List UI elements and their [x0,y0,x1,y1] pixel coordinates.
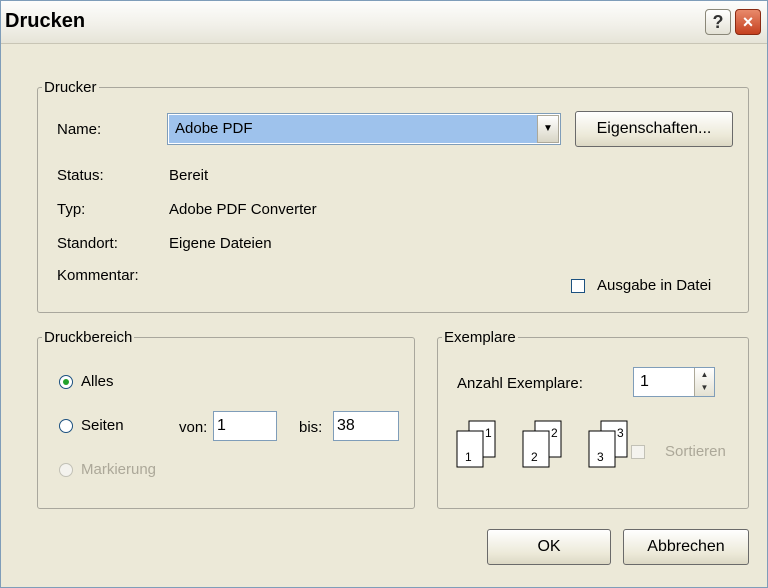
title-bar[interactable]: Drucken ? × [1,1,767,44]
dialog-title: Drucken [5,10,86,32]
copies-count-label: Anzahl Exemplare: [457,375,583,392]
type-value: Adobe PDF Converter [169,201,317,218]
radio-pages-label[interactable]: Seiten [81,417,124,434]
collate-page-number: 2 [551,426,558,440]
properties-button[interactable]: Eigenschaften... [575,111,733,147]
to-page-input[interactable]: 38 [333,411,399,441]
collate-page-number: 3 [597,450,604,464]
print-dialog: Drucken ? × Drucker Name: Adobe PDF ▼ Ei… [0,0,768,588]
from-page-input[interactable]: 1 [213,411,277,441]
collate-pages-icon: 1 1 2 2 3 3 [455,417,645,479]
close-button[interactable]: × [735,9,761,35]
copies-spinner[interactable]: ▲ ▼ [694,368,714,396]
print-to-file-checkbox[interactable] [571,279,585,293]
radio-selection[interactable] [59,463,73,477]
status-label: Status: [57,167,104,184]
collate-page-number: 3 [617,426,624,440]
collate-label[interactable]: Sortieren [665,443,726,460]
print-range-legend: Druckbereich [44,329,133,346]
from-label: von: [179,419,208,436]
printer-name-label: Name: [57,121,102,138]
collate-page-number: 2 [531,450,538,464]
radio-all[interactable] [59,375,73,389]
chevron-down-icon[interactable]: ▼ [537,115,559,143]
collate-page-number: 1 [465,450,472,464]
type-label: Typ: [57,201,86,218]
copies-legend: Exemplare [444,329,516,346]
radio-pages[interactable] [59,419,73,433]
print-to-file-label[interactable]: Ausgabe in Datei [597,277,711,294]
location-value: Eigene Dateien [169,235,272,252]
printer-name-select[interactable]: Adobe PDF ▼ [167,113,561,145]
ok-button[interactable]: OK [487,529,611,565]
collate-checkbox[interactable] [631,445,645,459]
help-button[interactable]: ? [705,9,731,35]
copies-count-value: 1 [640,373,649,390]
status-value: Bereit [169,167,209,184]
printer-group-legend: Drucker [44,79,97,96]
printer-name-value: Adobe PDF [169,115,537,143]
copies-count-input[interactable]: 1 ▲ ▼ [633,367,715,397]
radio-all-label[interactable]: Alles [81,373,114,390]
cancel-button[interactable]: Abbrechen [623,529,749,565]
comment-label: Kommentar: [57,267,139,284]
collate-page-number: 1 [485,426,492,440]
location-label: Standort: [57,235,118,252]
radio-selection-label[interactable]: Markierung [81,461,156,478]
to-label: bis: [299,419,323,436]
